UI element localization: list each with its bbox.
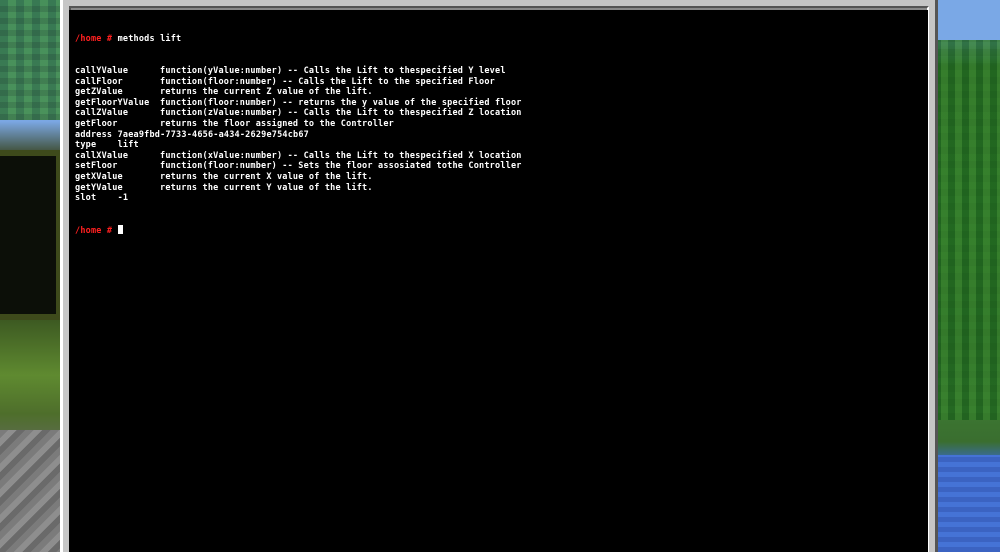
prompt: /home #: [75, 34, 113, 45]
output-line: callZValue function(zValue:number) -- Cal…: [75, 108, 522, 119]
method-description: -1: [117, 193, 129, 204]
output-line: slot -1: [75, 193, 522, 204]
output-line: callXValue function(xValue:number) -- Cal…: [75, 151, 522, 162]
method-description: returns the current X value of the lift.: [160, 171, 373, 182]
output-line: getZValue returns the current Z value of …: [75, 87, 522, 98]
method-name: callYValue: [75, 65, 129, 76]
method-description: returns the floor assigned to the Contro…: [160, 118, 394, 129]
output-line: callYValue function(yValue:number) -- Cal…: [75, 66, 522, 77]
text-cursor: [117, 224, 123, 234]
method-description: function(floor:number) -- returns the y …: [160, 97, 522, 108]
method-description: function(floor:number) -- Sets the floor…: [160, 161, 522, 172]
output-line: getYValue returns the current Y value of …: [75, 183, 522, 194]
method-name: setFloor: [75, 161, 118, 172]
method-name: callXValue: [75, 150, 129, 161]
command-line: /home # methods lift: [75, 34, 522, 45]
output-line: callFloor function(floor:number) -- Calls…: [75, 77, 522, 88]
method-name: address: [75, 129, 113, 140]
output-line: type lift: [75, 140, 522, 151]
output-line: getFloorYValue function(floor:number) -- …: [75, 98, 522, 109]
method-name: callZValue: [75, 108, 129, 119]
method-name: getFloorYValue: [75, 97, 150, 108]
method-description: function(yValue:number) -- Calls the Lif…: [160, 65, 506, 76]
method-description: function(zValue:number) -- Calls the Lif…: [160, 108, 522, 119]
method-description: lift: [117, 140, 139, 151]
method-name: getZValue: [75, 87, 123, 98]
game-scene: /home # methods lift callYValue function(…: [0, 0, 1000, 552]
method-description: returns the current Z value of the lift.: [160, 87, 373, 98]
input-line[interactable]: /home #: [75, 224, 522, 236]
method-name: getXValue: [75, 171, 123, 182]
method-description: function(xValue:number) -- Calls the Lif…: [160, 150, 522, 161]
terminal-screen[interactable]: /home # methods lift callYValue function(…: [69, 10, 928, 552]
output-line: getFloor returns the floor assigned to th…: [75, 119, 522, 130]
method-name: getFloor: [75, 118, 118, 129]
method-description: returns the current Y value of the lift.: [160, 182, 373, 193]
terminal-output: /home # methods lift callYValue function(…: [75, 13, 522, 257]
method-name: getYValue: [75, 182, 123, 193]
method-description: function(floor:number) -- Calls the Lift…: [160, 76, 495, 87]
method-name: callFloor: [75, 76, 123, 87]
method-name: type: [75, 140, 97, 151]
game-world-right: [934, 0, 1000, 552]
command-text: methods lift: [117, 34, 182, 45]
tree-leaves-right: [934, 40, 1000, 420]
prompt: /home #: [75, 225, 113, 236]
method-description: 7aea9fbd-7733-4656-a434-2629e754cb67: [117, 129, 309, 140]
output-line: getXValue returns the current X value of …: [75, 172, 522, 183]
output-line: setFloor function(floor:number) -- Sets t…: [75, 161, 522, 172]
output-line: address 7aea9fbd-7733-4656-a434-2629e754…: [75, 130, 522, 141]
dark-structure: [0, 150, 62, 320]
output-rows: callYValue function(yValue:number) -- Cal…: [75, 66, 522, 204]
water: [934, 455, 1000, 552]
method-name: slot: [75, 193, 97, 204]
